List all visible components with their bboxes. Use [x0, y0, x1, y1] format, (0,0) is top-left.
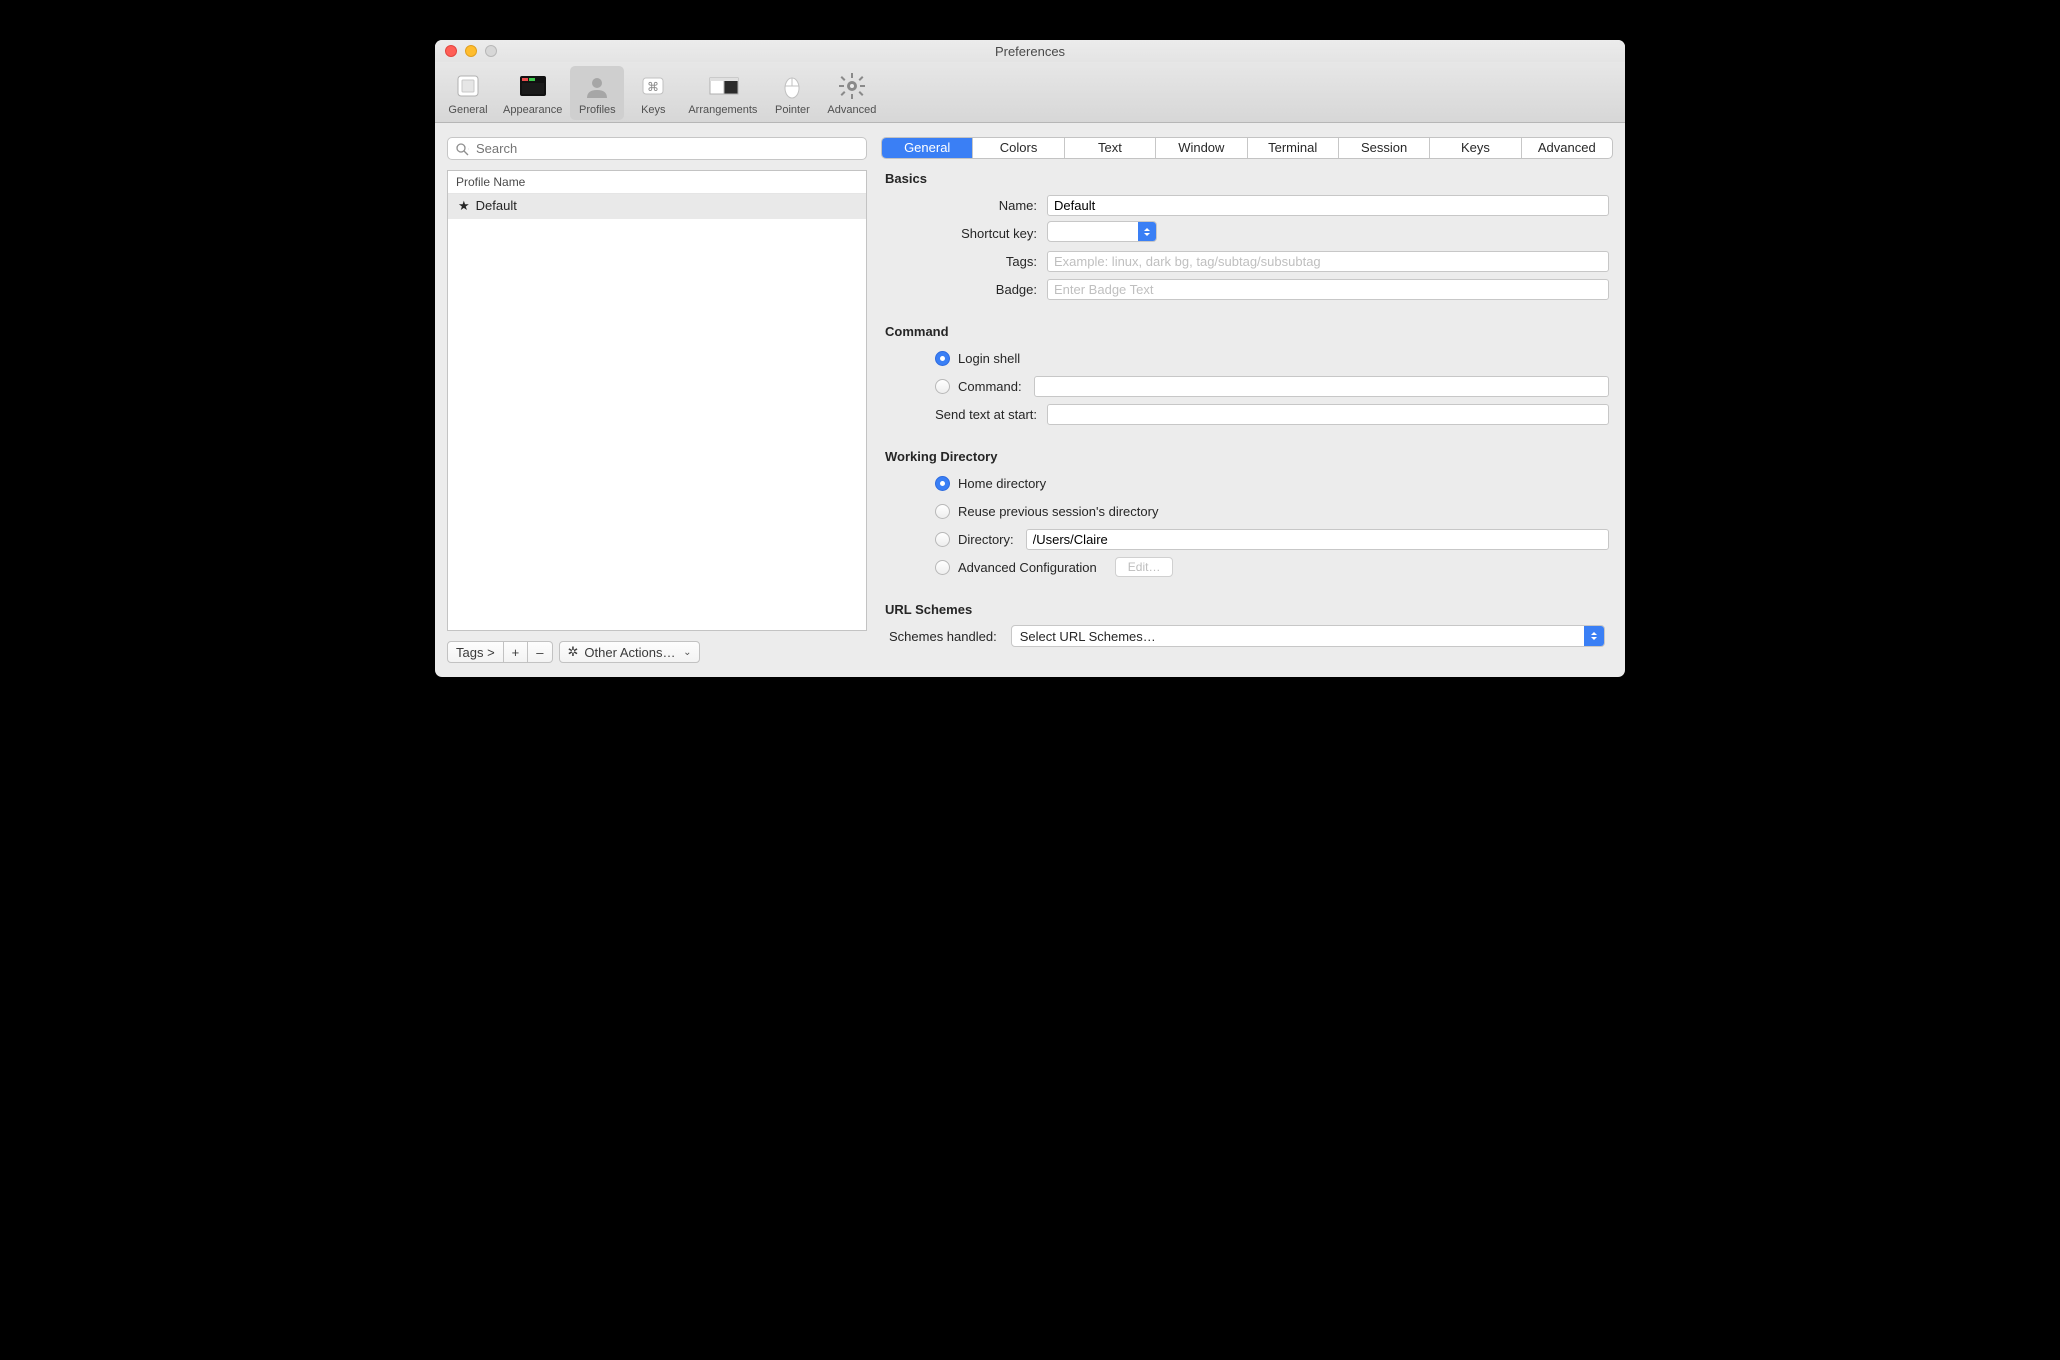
- tab-window[interactable]: Window: [1156, 138, 1247, 158]
- toolbar-pointer[interactable]: Pointer: [765, 66, 819, 120]
- tab-terminal[interactable]: Terminal: [1248, 138, 1339, 158]
- login-shell-label: Login shell: [958, 351, 1020, 366]
- tab-keys[interactable]: Keys: [1430, 138, 1521, 158]
- tags-field[interactable]: [1047, 251, 1609, 272]
- main: General Colors Text Window Terminal Sess…: [881, 137, 1613, 663]
- directory-label: Directory:: [958, 532, 1014, 547]
- toolbar-appearance[interactable]: Appearance: [497, 66, 568, 120]
- badge-label: Badge:: [885, 282, 1037, 297]
- command-field[interactable]: [1034, 376, 1609, 397]
- url-schemes-heading: URL Schemes: [885, 602, 1609, 617]
- titlebar: Preferences: [435, 40, 1625, 62]
- command-label: Command:: [958, 379, 1022, 394]
- reuse-dir-radio[interactable]: [935, 504, 950, 519]
- shortcut-label: Shortcut key:: [885, 226, 1037, 241]
- select-arrows-icon: [1138, 222, 1156, 241]
- toolbar-profiles[interactable]: Profiles: [570, 66, 624, 120]
- window-title: Preferences: [435, 44, 1625, 59]
- adv-config-label: Advanced Configuration: [958, 560, 1097, 575]
- arrangements-icon: [707, 70, 739, 102]
- gear-icon: [836, 70, 868, 102]
- basics-heading: Basics: [885, 171, 1609, 186]
- edit-button[interactable]: Edit…: [1115, 557, 1174, 577]
- directory-radio[interactable]: [935, 532, 950, 547]
- toolbar-general[interactable]: General: [441, 66, 495, 120]
- toolbar-advanced[interactable]: Advanced: [821, 66, 882, 120]
- shortcut-key-select[interactable]: [1047, 221, 1157, 242]
- toolbar: General Appearance Profiles ⌘ Keys Arran…: [435, 62, 1625, 123]
- general-form: Basics Name: Shortcut key: Tags: Badge:: [881, 171, 1613, 663]
- general-icon: [452, 70, 484, 102]
- home-dir-label: Home directory: [958, 476, 1046, 491]
- badge-field[interactable]: [1047, 279, 1609, 300]
- toolbar-arrangements[interactable]: Arrangements: [682, 66, 763, 120]
- tab-text[interactable]: Text: [1065, 138, 1156, 158]
- toolbar-keys[interactable]: ⌘ Keys: [626, 66, 680, 120]
- command-radio[interactable]: [935, 379, 950, 394]
- other-actions-button[interactable]: ✲ Other Actions… ⌄: [559, 641, 701, 663]
- adv-config-radio[interactable]: [935, 560, 950, 575]
- tags-label: Tags:: [885, 254, 1037, 269]
- keys-icon: ⌘: [637, 70, 669, 102]
- send-text-field[interactable]: [1047, 404, 1609, 425]
- tab-session[interactable]: Session: [1339, 138, 1430, 158]
- schemes-handled-label: Schemes handled:: [889, 629, 997, 644]
- profile-list[interactable]: Profile Name ★ Default: [447, 170, 867, 631]
- send-text-label: Send text at start:: [885, 407, 1037, 422]
- search-input[interactable]: [447, 137, 867, 160]
- gear-icon: ✲: [568, 644, 579, 660]
- tags-button[interactable]: Tags >: [447, 641, 504, 663]
- tab-advanced[interactable]: Advanced: [1522, 138, 1612, 158]
- sidebar-bottom: Tags > + – ✲ Other Actions… ⌄: [447, 641, 867, 663]
- remove-profile-button[interactable]: –: [528, 641, 552, 663]
- url-schemes-select[interactable]: Select URL Schemes…: [1011, 625, 1605, 647]
- home-dir-radio[interactable]: [935, 476, 950, 491]
- name-field[interactable]: [1047, 195, 1609, 216]
- svg-text:⌘: ⌘: [647, 80, 659, 94]
- add-profile-button[interactable]: +: [504, 641, 529, 663]
- profile-tabs: General Colors Text Window Terminal Sess…: [881, 137, 1613, 159]
- sidebar: Profile Name ★ Default Tags > + – ✲ Othe…: [447, 137, 867, 663]
- select-arrows-icon: [1584, 626, 1604, 646]
- login-shell-radio[interactable]: [935, 351, 950, 366]
- tab-general[interactable]: General: [882, 138, 973, 158]
- reuse-dir-label: Reuse previous session's directory: [958, 504, 1158, 519]
- profiles-icon: [581, 70, 613, 102]
- star-icon: ★: [458, 198, 470, 214]
- tab-colors[interactable]: Colors: [973, 138, 1064, 158]
- pointer-icon: [776, 70, 808, 102]
- chevron-down-icon: ⌄: [683, 647, 691, 658]
- search-icon: [455, 142, 469, 156]
- preferences-window: Preferences General Appearance Profiles …: [435, 40, 1625, 677]
- content: Profile Name ★ Default Tags > + – ✲ Othe…: [435, 123, 1625, 677]
- name-label: Name:: [885, 198, 1037, 213]
- profile-list-header: Profile Name: [448, 171, 866, 194]
- appearance-icon: [517, 70, 549, 102]
- profile-name: Default: [476, 198, 517, 214]
- working-dir-heading: Working Directory: [885, 449, 1609, 464]
- list-item[interactable]: ★ Default: [448, 194, 866, 219]
- command-heading: Command: [885, 324, 1609, 339]
- directory-field[interactable]: [1026, 529, 1609, 550]
